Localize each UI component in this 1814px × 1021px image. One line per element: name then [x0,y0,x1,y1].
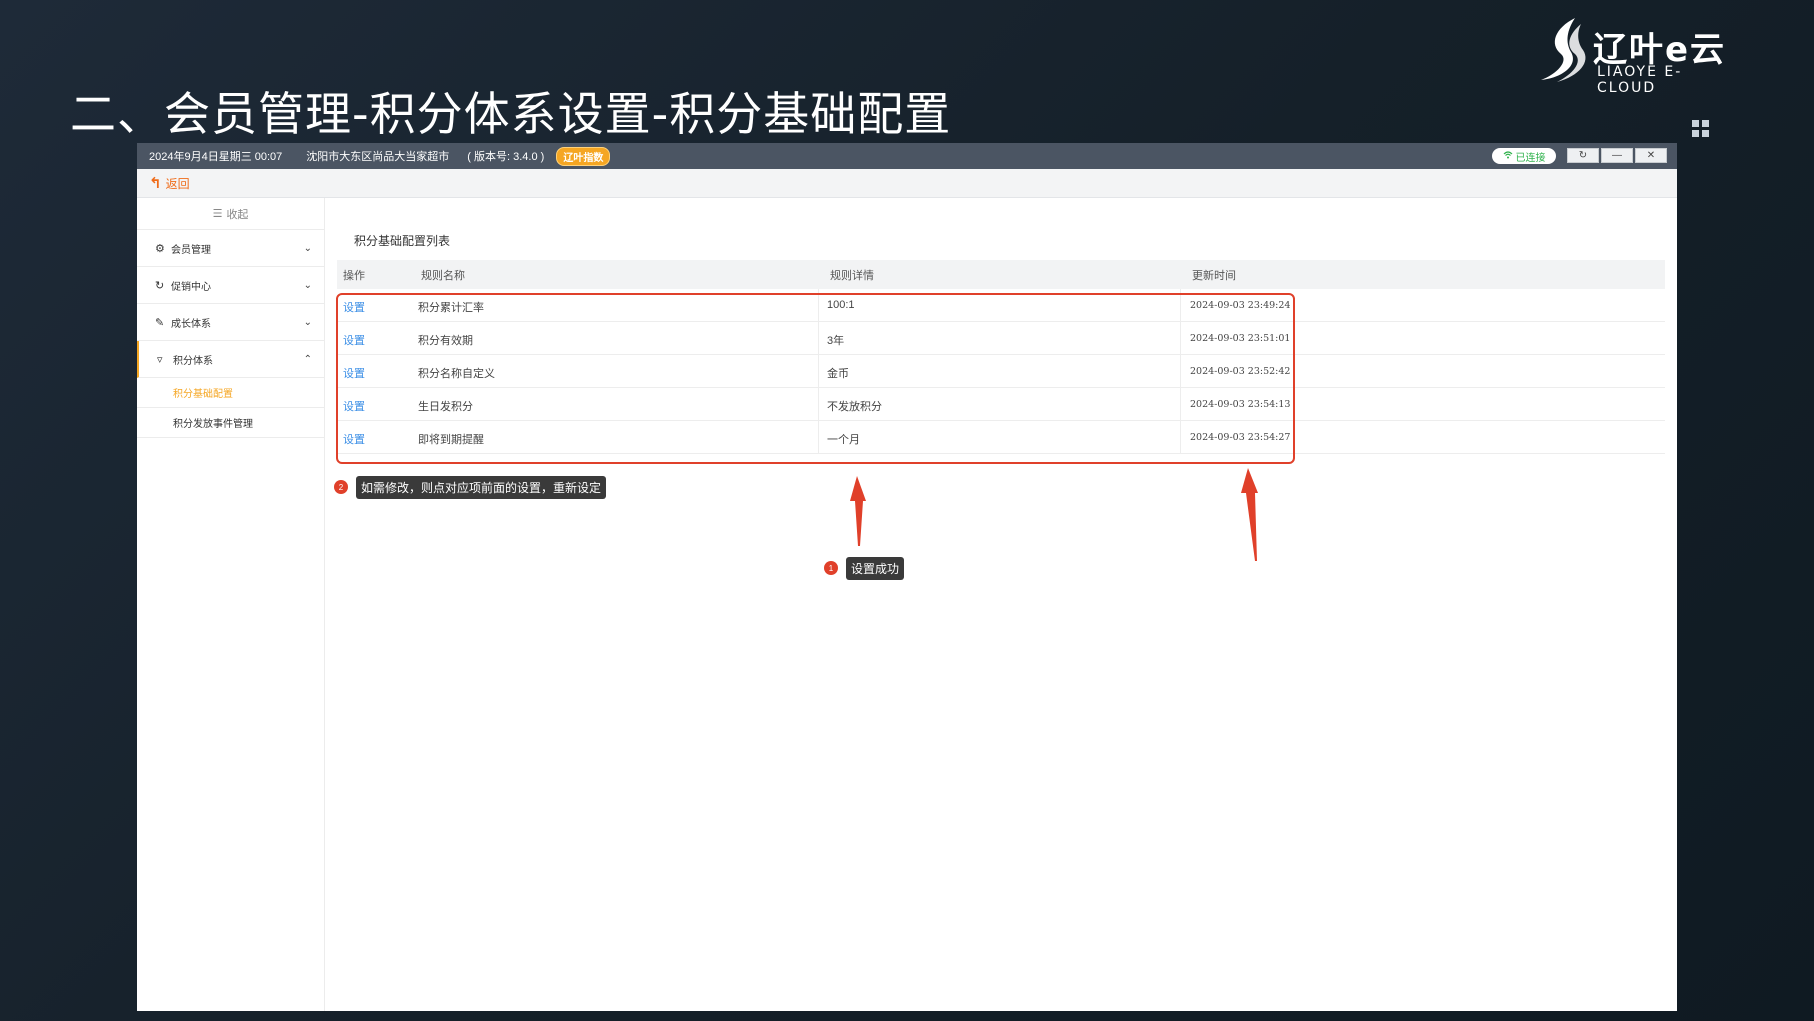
step-badge-2: 2 [334,480,348,494]
arrow-up-icon [850,476,866,546]
tooltip-modify-hint: 如需修改，则点对应项前面的设置，重新设定 [356,476,607,499]
annotation-arrows [850,468,1258,561]
step-badge-1: 1 [824,561,838,575]
tooltip-success: 设置成功 [846,557,905,580]
arrow-up-icon [1241,468,1258,561]
